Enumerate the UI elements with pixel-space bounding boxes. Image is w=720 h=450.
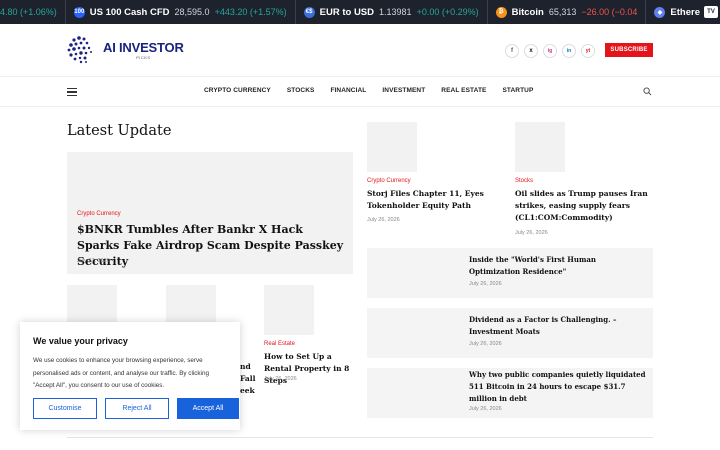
ticker-change: −26.00 (−0.04 <box>581 7 638 17</box>
cookie-consent-banner: We value your privacy We use cookies to … <box>20 322 240 430</box>
article-thumbnail[interactable] <box>367 368 457 418</box>
list-item[interactable]: Inside the "World's First Human Optimiza… <box>367 248 653 298</box>
ticker-change: +0.00 (+0.29%) <box>416 7 479 17</box>
nasdaq-icon: 100 <box>73 6 85 18</box>
article-title[interactable]: nd Fall eek <box>240 361 260 397</box>
social-links: f x ig in yt <box>505 44 595 58</box>
instagram-icon[interactable]: ig <box>543 44 557 58</box>
main-nav: CRYPTO CURRENCY STOCKS FINANCIAL INVESTM… <box>204 87 549 94</box>
cookie-title: We value your privacy <box>33 336 128 346</box>
article-date: July 26, 2026 <box>264 376 297 382</box>
article-title[interactable]: Dividend as a Factor is Challenging. – I… <box>469 314 649 338</box>
market-ticker[interactable]: 4.80 (+1.06%) 100 US 100 Cash CFD 28,595… <box>0 0 720 24</box>
section-title: Latest Update <box>67 123 172 139</box>
bitcoin-icon: ₿ <box>495 6 507 18</box>
article-thumbnail[interactable] <box>367 122 417 172</box>
article-thumbnail[interactable] <box>264 285 314 335</box>
nav-item-startup[interactable]: STARTUP <box>502 87 533 94</box>
list-item[interactable]: Dividend as a Factor is Challenging. – I… <box>367 308 653 358</box>
nav-item-stocks[interactable]: STOCKS <box>287 87 315 94</box>
article-title[interactable]: $BNKR Tumbles After Bankr X Hack Sparks … <box>77 222 347 270</box>
nav-item-investment[interactable]: INVESTMENT <box>382 87 425 94</box>
ticker-price: 65,313 <box>548 7 577 17</box>
youtube-icon[interactable]: yt <box>581 44 595 58</box>
list-item[interactable]: Why two public companies quietly liquida… <box>367 368 653 418</box>
article-date: July 26, 2026 <box>469 406 502 412</box>
currency-pair-icon: €$ <box>303 6 315 18</box>
ticker-name: Bitcoin <box>511 6 544 18</box>
ticker-item[interactable]: 100 US 100 Cash CFD 28,595.0 +443.20 (+1… <box>64 0 295 24</box>
article-title[interactable]: Inside the "World's First Human Optimiza… <box>469 254 649 278</box>
site-logo[interactable]: AI INVESTOR PICKS <box>66 34 184 66</box>
featured-article[interactable]: Crypto Currency $BNKR Tumbles After Bank… <box>67 152 353 274</box>
tradingview-logo[interactable]: TV <box>704 6 718 18</box>
ticker-name: US 100 Cash CFD <box>89 6 170 18</box>
x-twitter-icon[interactable]: x <box>524 44 538 58</box>
logo-title: AI INVESTOR <box>103 39 184 55</box>
article-date: July 26, 2026 <box>469 341 502 347</box>
hamburger-menu-icon[interactable] <box>67 88 77 96</box>
article-title[interactable]: Storj Files Chapter 11, Eyes Tokenholder… <box>367 188 497 212</box>
article-date: July 26, 2026 <box>469 281 502 287</box>
logo-subtitle: PICKS <box>136 54 151 60</box>
cookie-description: We use cookies to enhance your browsing … <box>33 357 209 389</box>
article-category[interactable]: Crypto Currency <box>367 178 411 184</box>
nav-item-real-estate[interactable]: REAL ESTATE <box>441 87 486 94</box>
ticker-name: Ethere <box>670 6 700 18</box>
article-category[interactable]: Crypto Currency <box>77 211 121 217</box>
content-divider <box>67 437 653 438</box>
article-thumbnail[interactable] <box>367 248 457 298</box>
brain-logo-icon <box>67 36 92 64</box>
article-title[interactable]: Why two public companies quietly liquida… <box>469 369 649 405</box>
ticker-change: +443.20 (+1.57%) <box>214 7 287 17</box>
ticker-change: 4.80 (+1.06%) <box>0 7 57 17</box>
ticker-price: 1.13981 <box>379 7 412 17</box>
article-date: July 27, 2026 <box>77 258 110 264</box>
article-thumbnail[interactable] <box>515 122 565 172</box>
ticker-name: EUR to USD <box>319 6 375 18</box>
article-category[interactable]: Stocks <box>515 178 533 184</box>
ticker-item[interactable]: €$ EUR to USD 1.13981 +0.00 (+0.29%) <box>294 0 487 24</box>
ticker-item[interactable]: ◆ Ethere <box>645 0 708 24</box>
article-thumbnail[interactable] <box>367 308 457 358</box>
search-icon[interactable] <box>643 87 652 96</box>
subscribe-button[interactable]: SUBSCRIBE <box>605 43 653 57</box>
article-date: July 26, 2026 <box>515 230 548 236</box>
accept-all-button[interactable]: Accept All <box>177 398 239 419</box>
ticker-item[interactable]: ₿ Bitcoin 65,313 −26.00 (−0.04 <box>486 0 646 24</box>
reject-all-button[interactable]: Reject All <box>105 398 169 419</box>
linkedin-icon[interactable]: in <box>562 44 576 58</box>
customise-button[interactable]: Customise <box>33 398 97 419</box>
header-divider <box>0 76 720 77</box>
ticker-item[interactable]: 4.80 (+1.06%) <box>0 0 65 24</box>
nav-divider <box>0 106 720 107</box>
ticker-price: 28,595.0 <box>174 7 210 17</box>
article-category[interactable]: Real Estate <box>264 341 295 347</box>
ethereum-icon: ◆ <box>654 6 666 18</box>
article-title[interactable]: Oil slides as Trump pauses Iran strikes,… <box>515 188 655 224</box>
facebook-icon[interactable]: f <box>505 44 519 58</box>
article-date: July 26, 2026 <box>367 217 400 223</box>
nav-item-financial[interactable]: FINANCIAL <box>330 87 366 94</box>
nav-item-crypto-currency[interactable]: CRYPTO CURRENCY <box>204 87 271 94</box>
